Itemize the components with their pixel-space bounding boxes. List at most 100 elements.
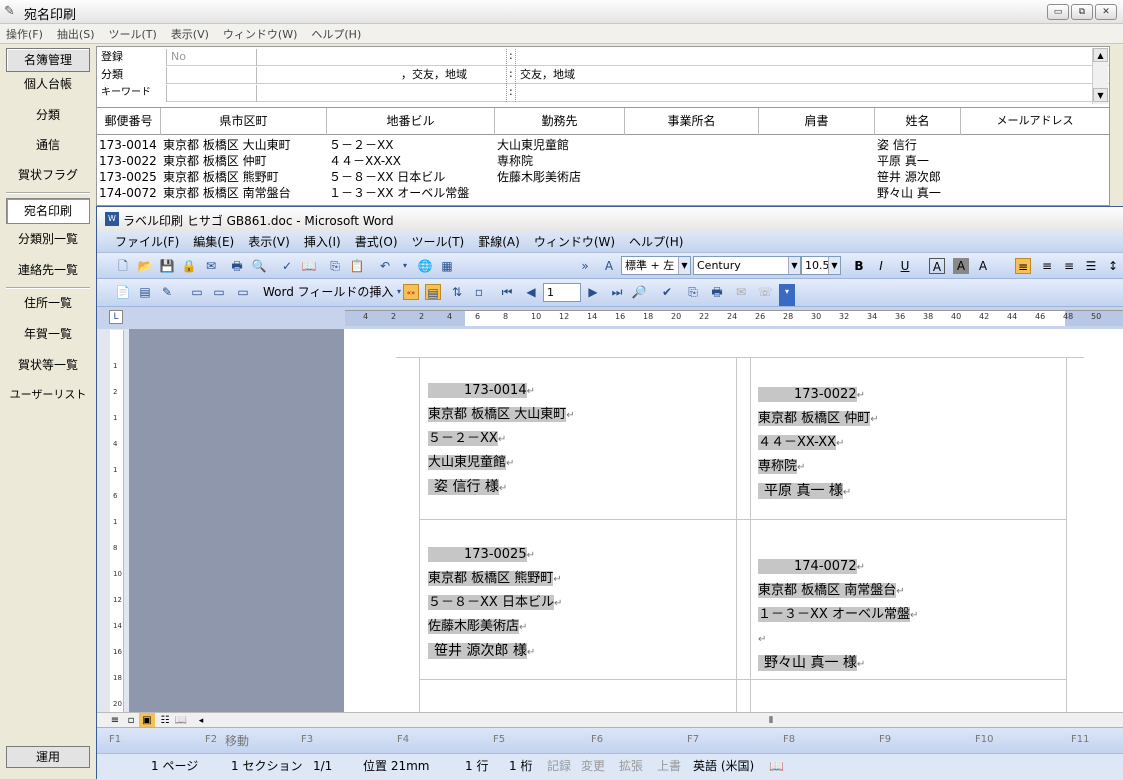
function-key-11[interactable]: F11 (1071, 734, 1089, 745)
sidebar-item-ledger[interactable]: 個人台帳 (6, 72, 90, 98)
table-cell[interactable]: 姿 信行 (877, 137, 961, 153)
sidebar-item-category[interactable]: 分類 (6, 103, 90, 129)
chevron-down-icon[interactable]: ▼ (678, 257, 690, 274)
record-number-input[interactable]: 1 (543, 283, 581, 302)
sidebar-item-contact[interactable]: 通信 (6, 133, 90, 159)
menu-help[interactable]: ヘルプ(H) (311, 26, 361, 42)
table-cell[interactable]: ５－２－XX (329, 137, 495, 153)
function-key-8[interactable]: F8 (783, 734, 795, 745)
hyperlink-icon[interactable]: 🌐 (417, 258, 433, 274)
view-merged-data-icon[interactable]: «» (403, 284, 419, 300)
new-document-icon[interactable]: 🗋 (115, 258, 131, 274)
table-cell[interactable]: ５－８－XX 日本ビル (329, 169, 495, 185)
underline-icon[interactable]: U (897, 258, 913, 274)
minimize-button[interactable]: ▭ (1047, 4, 1069, 20)
table-cell[interactable] (497, 185, 625, 201)
menu-tools[interactable]: ツール(T) (109, 26, 157, 42)
table-cell[interactable] (627, 169, 759, 185)
justify-icon[interactable]: ☰ (1083, 258, 1099, 274)
open-data-source-icon[interactable]: ▤ (137, 284, 153, 300)
sidebar-item-greeting-flag[interactable]: 賀状フラグ (6, 163, 90, 189)
font-combo[interactable]: Century ▼ (693, 256, 801, 275)
keyword-value-2[interactable] (515, 85, 1090, 102)
document-page[interactable]: 173-0014↵ 東京都 板橋区 大山東町↵ ５－２－XX↵ 大山東児童館↵ 姿 信行… (344, 329, 1123, 712)
previous-record-icon[interactable]: ◀ (523, 284, 539, 300)
table-cell[interactable] (627, 185, 759, 201)
sidebar-item-address-print[interactable]: 宛名印刷 (6, 198, 90, 224)
scroll-up-icon[interactable]: ▲ (1093, 48, 1108, 62)
insert-address-block-icon[interactable]: ▭ (189, 284, 205, 300)
sidebar-header[interactable]: 名簿管理 (6, 48, 90, 72)
sidebar-item-user-list[interactable]: ユーザーリスト (6, 383, 90, 409)
table-cell[interactable]: ４４－XX-XX (329, 153, 495, 169)
insert-merge-fields-icon[interactable]: ▭ (235, 284, 251, 300)
menu-view[interactable]: 表示(V) (248, 233, 290, 250)
table-cell[interactable]: 173-0014 (99, 137, 161, 153)
col-header-zip[interactable]: 郵便番号 (97, 108, 161, 135)
col-header-email[interactable]: メールアドレス (961, 108, 1109, 135)
function-key-3[interactable]: F3 (301, 734, 313, 745)
align-right-icon[interactable]: ≡ (1061, 258, 1077, 274)
function-key-10[interactable]: F10 (975, 734, 993, 745)
form-scrollbar[interactable]: ▲ ▼ (1092, 48, 1108, 104)
status-extend[interactable]: 拡張 (619, 757, 643, 775)
keyword-value[interactable] (257, 85, 507, 102)
function-key-0[interactable]: F1 (109, 734, 121, 745)
ruler-bar[interactable]: 4 2 2 4 6 8 10 12 14 16 18 20 22 24 26 28 30 32 34 36 38 40 42… (345, 310, 1123, 326)
sidebar-item-category-list[interactable]: 分類別一覧 (6, 227, 90, 253)
first-record-icon[interactable]: ⏮ (499, 284, 515, 300)
table-cell[interactable]: １－３－XX オーベル常盤 (329, 185, 495, 201)
print-icon[interactable]: 🖶 (229, 258, 245, 274)
chevron-down-icon[interactable]: ▼ (828, 257, 840, 274)
scroll-down-icon[interactable]: ▼ (1093, 88, 1108, 102)
open-icon[interactable]: 📂 (137, 258, 153, 274)
menu-extract[interactable]: 抽出(S) (57, 26, 95, 42)
char-scale-icon[interactable]: A (975, 258, 991, 274)
table-cell[interactable]: 専称院 (497, 153, 625, 169)
undo-icon[interactable]: ↶ (377, 258, 393, 274)
toolbar-options-icon[interactable]: » (577, 258, 593, 274)
close-button[interactable]: ✕ (1095, 4, 1117, 20)
status-language[interactable]: 英語 (米国) (693, 757, 754, 775)
sidebar-item-contact-list[interactable]: 連絡先一覧 (6, 258, 90, 284)
horizontal-scrollbar[interactable]: ≡ ▫ ▣ ☷ 📖 ◂ ⦀ (97, 712, 1123, 729)
register-no-field[interactable]: No (167, 49, 257, 66)
spelling-icon[interactable]: ✓ (279, 258, 295, 274)
status-record-macro[interactable]: 記録 (547, 757, 571, 775)
menu-help[interactable]: ヘルプ(H) (629, 233, 683, 250)
styles-formatting-icon[interactable]: A (601, 258, 617, 274)
style-combo[interactable]: 標準 + 左 ▼ (621, 256, 691, 275)
function-key-9[interactable]: F9 (879, 734, 891, 745)
maximize-button[interactable]: ⧉ (1071, 4, 1093, 20)
sidebar-item-address-list[interactable]: 住所一覧 (6, 291, 90, 317)
register-value[interactable] (257, 49, 507, 66)
char-shading-icon[interactable]: A (953, 258, 969, 274)
merge-to-email-icon[interactable]: ✉ (733, 284, 749, 300)
table-cell[interactable] (627, 137, 759, 153)
find-entry-icon[interactable]: 🔎 (631, 284, 647, 300)
font-size-combo[interactable]: 10.5 ▼ (801, 256, 841, 275)
copy-icon[interactable]: ⎘ (327, 258, 343, 274)
menu-table[interactable]: 罫線(A) (478, 233, 520, 250)
function-key-1[interactable]: F2 (205, 734, 217, 745)
horizontal-ruler[interactable]: L 4 2 2 4 6 8 10 12 14 16 18 20 22 24 26 28 30 32 34 36 38 40… (97, 307, 1123, 329)
table-cell[interactable]: 大山東児童館 (497, 137, 625, 153)
mail-merge-recipients-icon[interactable]: ✎ (159, 284, 175, 300)
paste-icon[interactable]: 📋 (349, 258, 365, 274)
table-cell[interactable] (963, 137, 1109, 153)
table-cell[interactable]: 笹井 源次郎 (877, 169, 961, 185)
operation-button[interactable]: 運用 (6, 746, 90, 768)
align-center-icon[interactable]: ≡ (1039, 258, 1055, 274)
function-key-6[interactable]: F6 (591, 734, 603, 745)
italic-icon[interactable]: I (873, 258, 889, 274)
table-cell[interactable] (963, 153, 1109, 169)
table-row[interactable]: 174-0072 東京都 板橋区 南常盤台 １－３－XX オーベル常盤 野々山 真一 (97, 185, 1109, 201)
col-header-workplace[interactable]: 勤務先 (495, 108, 625, 135)
table-cell[interactable]: 173-0025 (99, 169, 161, 185)
table-cell[interactable]: 野々山 真一 (877, 185, 961, 201)
category-value-2[interactable]: 交友，地域 (515, 67, 1090, 84)
chevron-down-icon[interactable]: ▼ (788, 257, 800, 274)
toolbar-options-icon[interactable]: ▾ (779, 284, 795, 306)
undo-dropdown-icon[interactable]: ▾ (397, 258, 413, 274)
category-code-field[interactable] (167, 67, 257, 84)
